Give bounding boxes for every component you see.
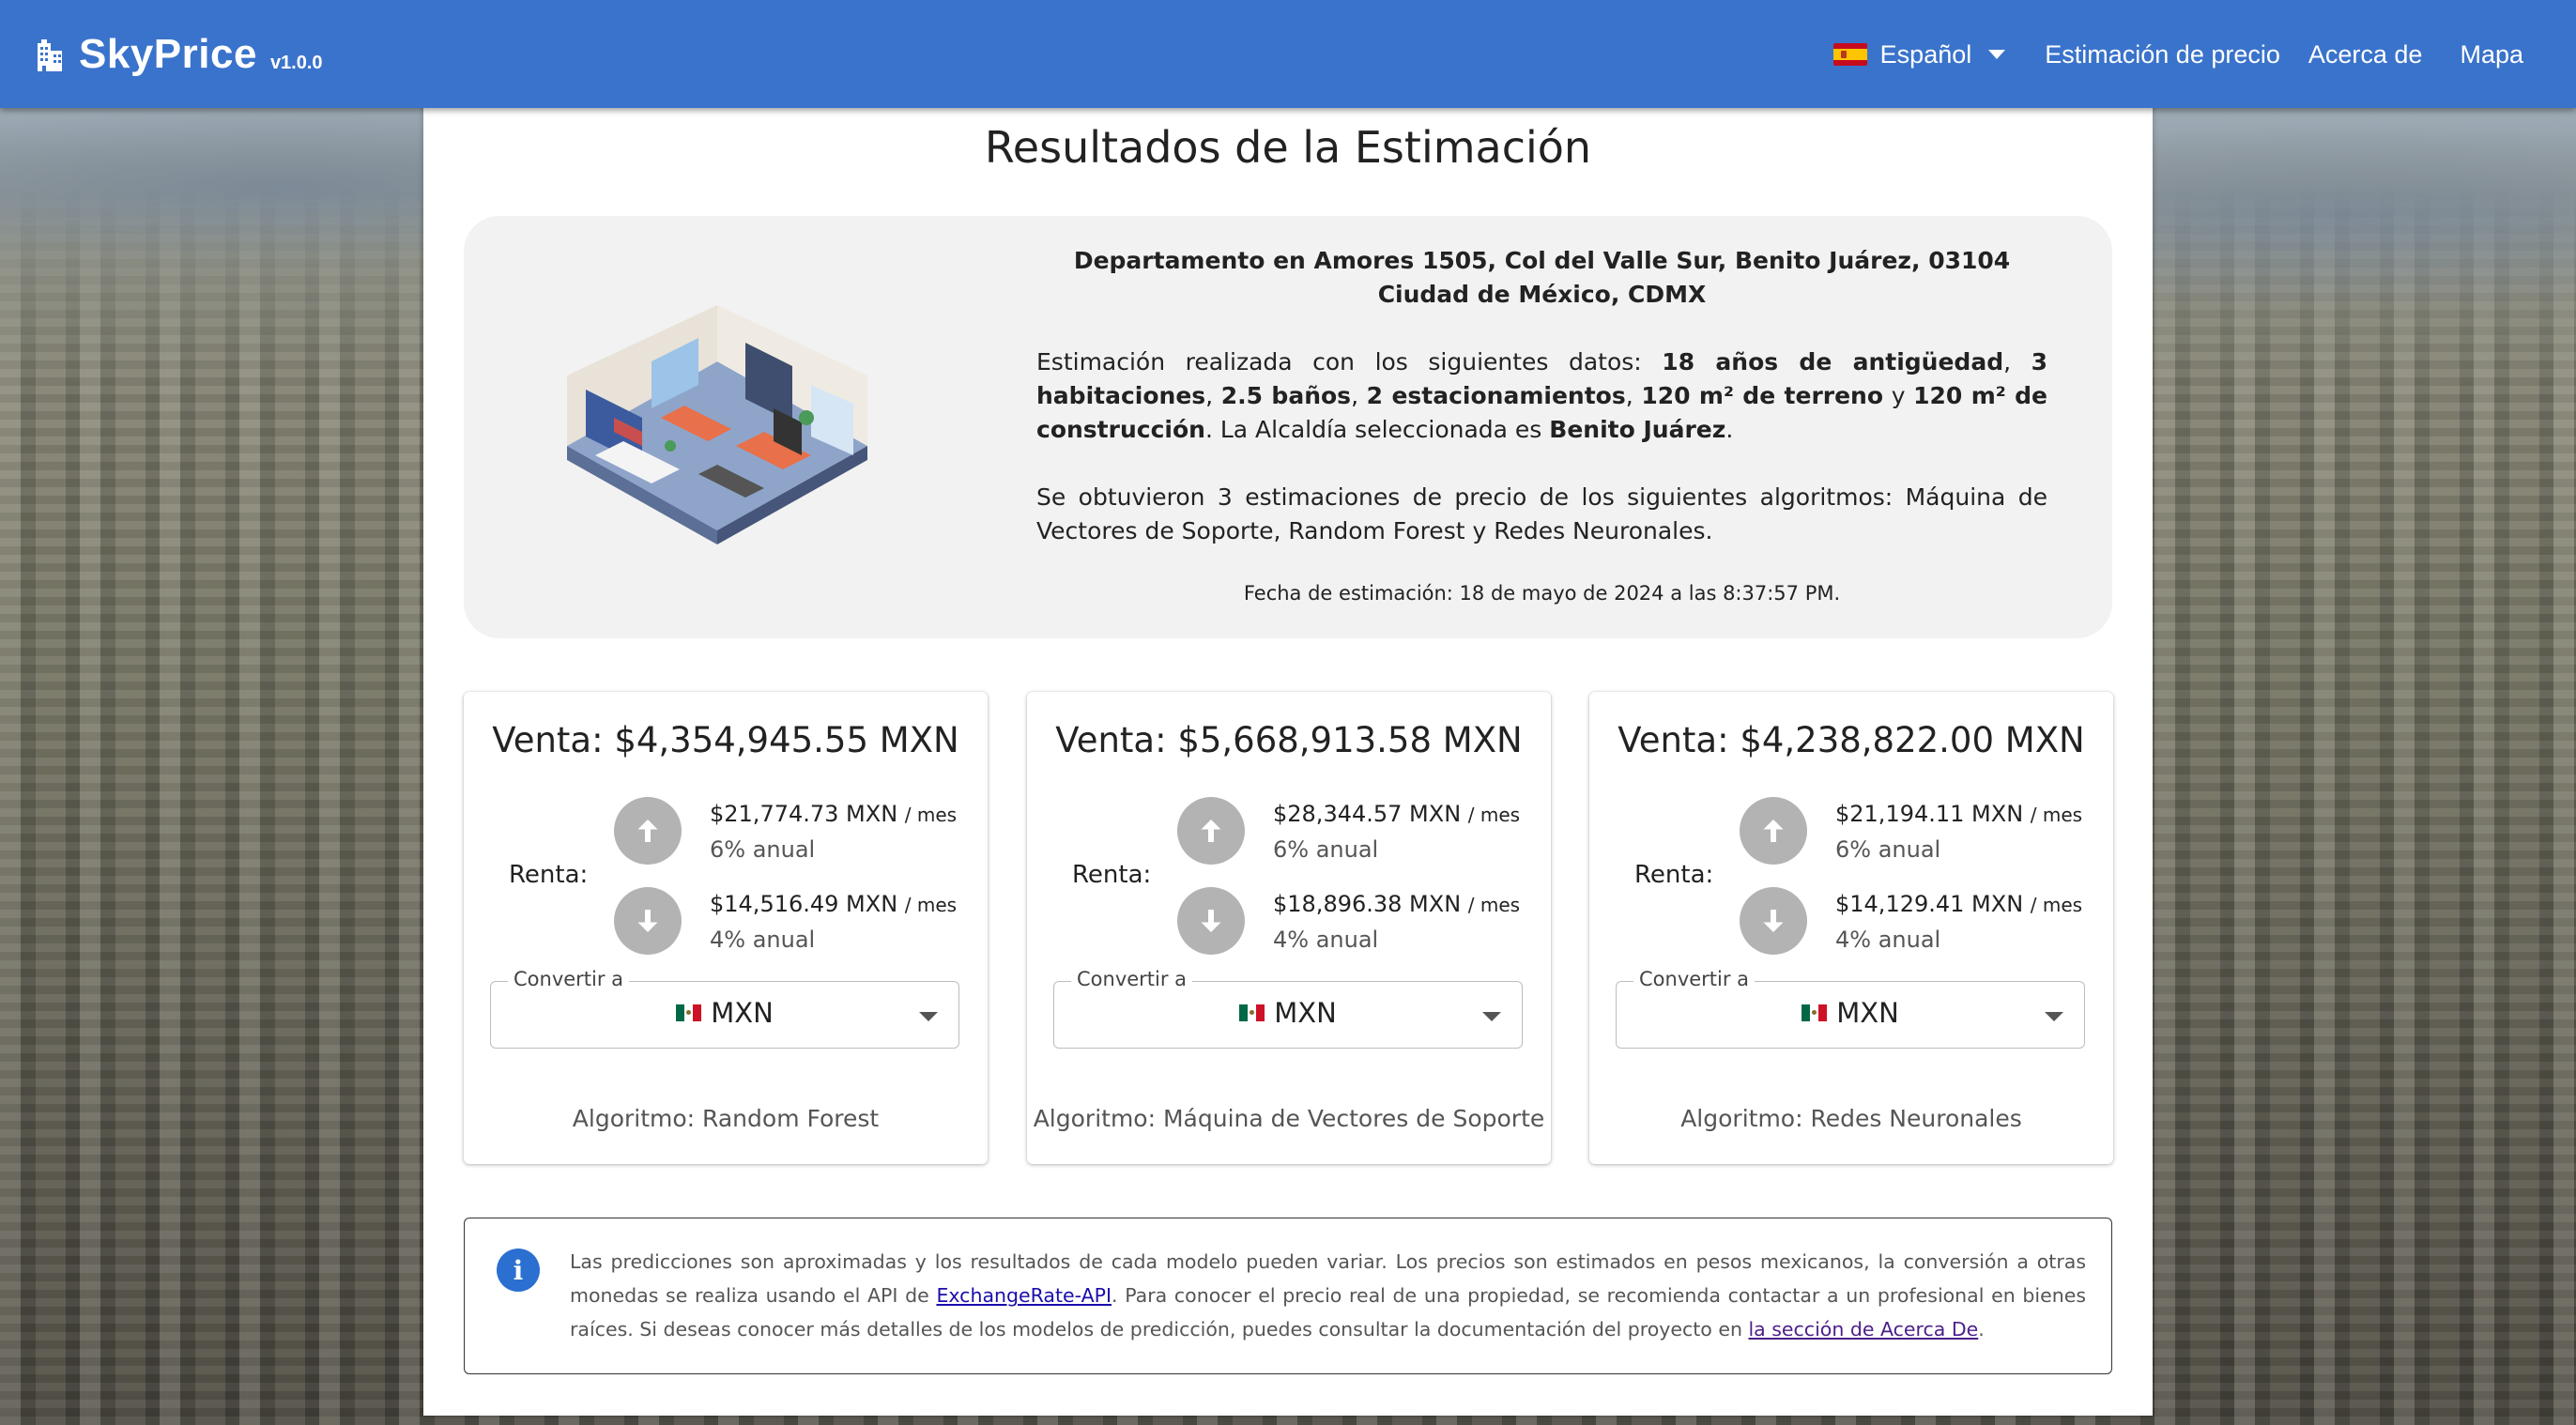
rent-high: $21,774.73 MXN / mes xyxy=(710,801,958,827)
rent-label: Renta: xyxy=(509,861,589,889)
app-name: SkyPrice xyxy=(79,31,257,77)
algorithm-label: Algoritmo: Random Forest xyxy=(572,1105,880,1132)
apartment-illustration xyxy=(567,305,867,544)
page-title: Resultados de la Estimación xyxy=(984,122,1592,173)
algorithm-label: Algoritmo: Redes Neuronales xyxy=(1680,1105,2022,1132)
building-icon xyxy=(34,38,66,71)
nav-link-estimacion[interactable]: Estimación de precio xyxy=(2045,40,2280,69)
result-card-neural-network: Venta: $4,238,822.00 MXN Renta: $21,194.… xyxy=(1589,692,2113,1164)
chevron-down-icon xyxy=(2045,1012,2063,1021)
result-card-random-forest: Venta: $4,354,945.55 MXN Renta: $21,774.… xyxy=(464,692,988,1164)
rent-low: $14,516.49 MXN / mes xyxy=(710,891,958,917)
algorithms-description: Se obtuvieron 3 estimaciones de precio d… xyxy=(1036,483,2047,544)
arrow-up-icon xyxy=(1740,797,1807,865)
estimation-details: Estimación realizada con los siguientes … xyxy=(1036,348,2047,443)
currency-select[interactable]: Convertir a MXN xyxy=(1053,968,1523,1049)
currency-select[interactable]: Convertir a MXN xyxy=(490,968,959,1049)
chevron-down-icon xyxy=(919,1012,938,1021)
currency-select[interactable]: Convertir a MXN xyxy=(1616,968,2085,1049)
arrow-down-icon xyxy=(1740,887,1807,955)
nav-link-acerca[interactable]: Acerca de xyxy=(2308,40,2423,69)
chevron-down-icon xyxy=(1482,1012,1501,1021)
nav-menu: Español Estimación de precio Acerca de M… xyxy=(1832,28,2523,81)
currency-select-label: Convertir a xyxy=(508,968,630,990)
mexico-flag-icon xyxy=(676,1004,702,1021)
acerca-de-link[interactable]: la sección de Acerca De xyxy=(1748,1318,1978,1341)
currency-select-label: Convertir a xyxy=(1071,968,1193,990)
rent-label: Renta: xyxy=(1634,861,1714,889)
algorithm-label: Algoritmo: Máquina de Vectores de Soport… xyxy=(1033,1105,1545,1132)
property-address: Departamento en Amores 1505, Col del Val… xyxy=(1073,247,2011,308)
sale-price: Venta: $5,668,913.58 MXN xyxy=(1055,720,1523,760)
sale-price: Venta: $4,354,945.55 MXN xyxy=(492,720,959,760)
rent-low: $14,129.41 MXN / mes xyxy=(1835,891,2083,917)
mexico-flag-icon xyxy=(1239,1004,1265,1021)
result-card-svm: Venta: $5,668,913.58 MXN Renta: $28,344.… xyxy=(1027,692,1551,1164)
rent-low-rate: 4% anual xyxy=(1835,927,1941,953)
rent-label: Renta: xyxy=(1072,861,1152,889)
currency-value: MXN xyxy=(711,997,774,1029)
estimation-summary: Departamento en Amores 1505, Col del Val… xyxy=(464,216,2112,638)
rent-high-rate: 6% anual xyxy=(710,836,816,863)
chevron-down-icon xyxy=(1988,50,2006,59)
top-navbar: SkyPrice v1.0.0 Español Estimación de pr… xyxy=(0,0,2576,108)
rent-low-rate: 4% anual xyxy=(710,927,816,953)
exchangerate-api-link[interactable]: ExchangeRate-API xyxy=(936,1284,1112,1307)
rent-high-rate: 6% anual xyxy=(1273,836,1379,863)
estimation-date: Fecha de estimación: 18 de mayo de 2024 … xyxy=(1243,582,1841,605)
results-sheet: Resultados de la Estimación Departamento… xyxy=(423,94,2153,1416)
app-version: v1.0.0 xyxy=(269,52,323,73)
language-selector[interactable]: Español xyxy=(1832,39,2006,69)
mexico-flag-icon xyxy=(1802,1004,1828,1021)
spain-flag-icon xyxy=(1832,43,1867,66)
currency-select-label: Convertir a xyxy=(1633,968,1756,990)
rent-high-rate: 6% anual xyxy=(1835,836,1941,863)
arrow-down-icon xyxy=(1177,887,1245,955)
arrow-up-icon xyxy=(614,797,682,865)
currency-value: MXN xyxy=(1836,997,1899,1029)
info-alert: i Las predicciones son aproximadas y los… xyxy=(464,1218,2112,1374)
language-label: Español xyxy=(1879,39,1972,69)
rent-high: $28,344.57 MXN / mes xyxy=(1273,801,1521,827)
rent-low: $18,896.38 MXN / mes xyxy=(1273,891,1521,917)
rent-high: $21,194.11 MXN / mes xyxy=(1835,801,2083,827)
currency-value: MXN xyxy=(1274,997,1337,1029)
info-icon: i xyxy=(497,1249,540,1292)
rent-low-rate: 4% anual xyxy=(1273,927,1379,953)
info-text: Las predicciones son aproximadas y los r… xyxy=(570,1250,2086,1341)
arrow-down-icon xyxy=(614,887,682,955)
brand[interactable]: SkyPrice v1.0.0 xyxy=(34,28,323,81)
sale-price: Venta: $4,238,822.00 MXN xyxy=(1618,720,2085,760)
arrow-up-icon xyxy=(1177,797,1245,865)
nav-link-mapa[interactable]: Mapa xyxy=(2460,40,2523,69)
